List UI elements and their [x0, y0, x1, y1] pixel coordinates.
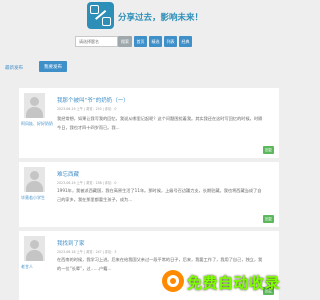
logo-square-icon: [90, 5, 99, 14]
watermark: 免费自动收录: [162, 270, 290, 292]
avatar[interactable]: [24, 93, 45, 118]
watermark-text: 免费自动收录: [187, 274, 281, 292]
site-title: 分享过去，影响未来！: [118, 13, 204, 23]
nav-featured[interactable]: 精选: [149, 36, 162, 47]
avatar-head-icon: [30, 97, 39, 106]
post-excerpt: 1991年，我被派西藏国，我在高原生活了11年。那时候，上级号召边疆力支，长期驻…: [57, 188, 262, 202]
post-card: 毕竟若小学生 难忘西藏 2023-06-19 上午 | 浏览：258 | 评论：…: [19, 162, 279, 227]
logo-square-icon: [102, 17, 111, 26]
section-label-latest[interactable]: 最新发布: [5, 65, 23, 71]
post-title[interactable]: 我找到了家: [57, 239, 85, 247]
avatar[interactable]: [24, 167, 45, 192]
orange-ring-icon: [162, 270, 184, 292]
avatar-head-icon: [30, 240, 39, 249]
post-author[interactable]: 老甘人: [21, 264, 33, 270]
post-title[interactable]: 我那个被叫“爷”的奶奶（一）: [57, 96, 129, 104]
post-excerpt: 我经常想，如果让我写我的回忆，我说从哪里记起呢？这个问题困扰着我。其实我还在这时…: [57, 116, 263, 130]
reply-button[interactable]: 回复: [263, 215, 274, 223]
avatar-body-icon: [26, 107, 43, 118]
avatar-body-icon: [26, 250, 43, 261]
avatar-body-icon: [26, 181, 43, 192]
post-author[interactable]: 毕竟若小学生: [21, 195, 45, 201]
post-card: 阿风娃、好好奶奶 我那个被叫“爷”的奶奶（一） 2023-06-19 上午 | …: [19, 88, 279, 158]
post-meta: 2023-06-19 上午 | 浏览：253 | 评论：0: [57, 107, 117, 111]
avatar-head-icon: [30, 171, 39, 180]
search-input[interactable]: [75, 36, 118, 47]
post-author[interactable]: 阿风娃、好好奶奶: [21, 121, 53, 127]
post-meta: 2023-06-18 上午 | 浏览：247 | 评论：3: [57, 250, 117, 254]
post-meta: 2023-06-19 上午 | 浏览：258 | 评论：0: [57, 181, 117, 185]
nav-home[interactable]: 首页: [134, 36, 147, 47]
reply-button[interactable]: 回复: [263, 146, 274, 154]
nav-classic[interactable]: 经典: [179, 36, 192, 47]
site-logo[interactable]: [87, 2, 114, 29]
avatar[interactable]: [24, 236, 45, 261]
search-button[interactable]: 搜索: [118, 36, 132, 47]
post-title[interactable]: 难忘西藏: [57, 170, 79, 178]
nav-list[interactable]: 列表: [164, 36, 177, 47]
new-post-button[interactable]: 我要发布: [39, 61, 67, 72]
